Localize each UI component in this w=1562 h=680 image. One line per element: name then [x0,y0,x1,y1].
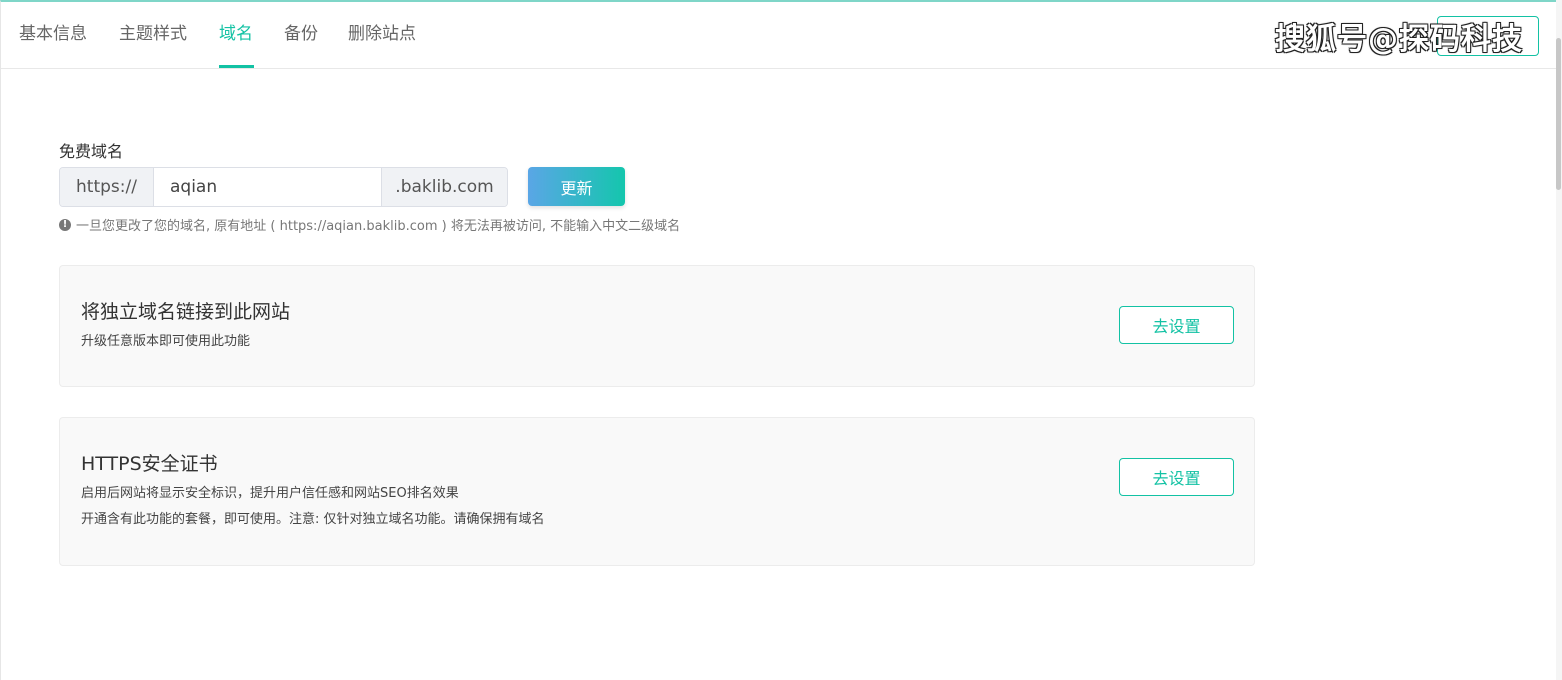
https-desc-2: 开通含有此功能的套餐，即可使用。注意: 仅针对独立域名功能。请确保拥有域名 [81,512,545,527]
active-tab-indicator [219,65,254,68]
https-setup-button[interactable]: 去设置 [1119,458,1234,496]
domain-input-group: https:// .baklib.com [59,167,508,207]
watermark: 搜狐号@探码科技 [1275,22,1523,57]
custom-domain-setup-button[interactable]: 去设置 [1119,306,1234,344]
page-frame: 基本信息 主题样式 域名 备份 删除站点 搜狐号@探码科技 免费域名 https… [0,0,1562,680]
domain-prefix: https:// [60,168,154,206]
custom-domain-desc: 升级任意版本即可使用此功能 [81,334,251,349]
subdomain-input[interactable] [154,168,381,206]
settings-tabs: 基本信息 主题样式 域名 备份 删除站点 搜狐号@探码科技 [1,2,1557,69]
tab-delete-site[interactable]: 删除站点 [348,22,416,46]
domain-hint-text: 一旦您更改了您的域名, 原有地址 ( https://aqian.baklib.… [76,219,681,234]
tab-domain[interactable]: 域名 [219,22,253,46]
custom-domain-card: 将独立域名链接到此网站 升级任意版本即可使用此功能 去设置 [59,265,1255,387]
scrollbar-thumb[interactable] [1556,38,1561,190]
free-domain-label: 免费域名 [59,142,124,161]
domain-hint: ! 一旦您更改了您的域名, 原有地址 ( https://aqian.bakli… [59,215,680,234]
custom-domain-title: 将独立域名链接到此网站 [81,301,291,323]
https-desc-1: 启用后网站将显示安全标识，提升用户信任感和网站SEO排名效果 [81,486,459,501]
tab-backup[interactable]: 备份 [284,22,318,46]
https-card: HTTPS安全证书 启用后网站将显示安全标识，提升用户信任感和网站SEO排名效果… [59,417,1255,566]
https-title: HTTPS安全证书 [81,453,218,475]
tab-basic-info[interactable]: 基本信息 [19,22,87,46]
domain-suffix: .baklib.com [381,168,507,206]
update-button[interactable]: 更新 [528,167,625,206]
exclamation-icon: ! [59,218,71,231]
tab-theme-style[interactable]: 主题样式 [119,22,187,46]
